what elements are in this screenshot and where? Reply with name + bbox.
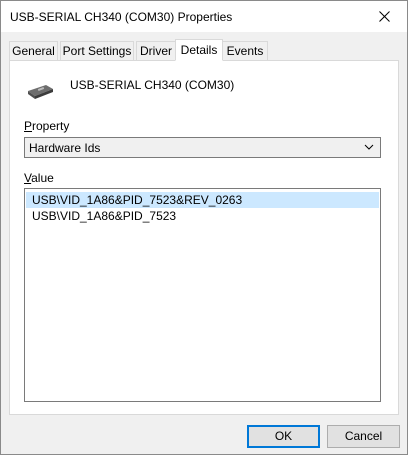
property-label-rest: roperty (32, 119, 70, 133)
tab-events[interactable]: Events (222, 41, 268, 60)
tab-port-settings[interactable]: Port Settings (60, 41, 134, 60)
chevron-down-icon (364, 144, 374, 150)
tab-strip: General Port Settings Driver Details Eve… (9, 39, 399, 61)
list-item[interactable]: USB\VID_1A86&PID_7523&REV_0263 (26, 192, 379, 208)
close-button[interactable] (361, 1, 407, 32)
title-bar: USB-SERIAL CH340 (COM30) Properties (1, 1, 407, 32)
close-icon (378, 11, 390, 22)
serial-port-icon (28, 85, 53, 99)
device-name: USB-SERIAL CH340 (COM30) (70, 78, 235, 92)
property-dropdown[interactable]: Hardware Ids (24, 137, 381, 158)
tab-general[interactable]: General (9, 41, 58, 60)
property-selected-value: Hardware Ids (29, 141, 101, 155)
tab-driver[interactable]: Driver (136, 41, 176, 60)
window-title: USB-SERIAL CH340 (COM30) Properties (10, 10, 233, 24)
ok-button[interactable]: OK (247, 425, 320, 448)
tab-details[interactable]: Details (175, 39, 223, 61)
value-label-rest: alue (31, 171, 54, 185)
properties-dialog: USB-SERIAL CH340 (COM30) Properties Gene… (0, 0, 408, 455)
value-listbox[interactable]: USB\VID_1A86&PID_7523&REV_0263 USB\VID_1… (24, 188, 381, 402)
details-panel: USB-SERIAL CH340 (COM30) Property Hardwa… (9, 60, 399, 415)
value-label: Value (24, 171, 54, 185)
cancel-button[interactable]: Cancel (327, 425, 400, 448)
list-item[interactable]: USB\VID_1A86&PID_7523 (26, 208, 379, 224)
property-label: Property (24, 119, 69, 133)
property-label-accel: P (24, 119, 33, 133)
